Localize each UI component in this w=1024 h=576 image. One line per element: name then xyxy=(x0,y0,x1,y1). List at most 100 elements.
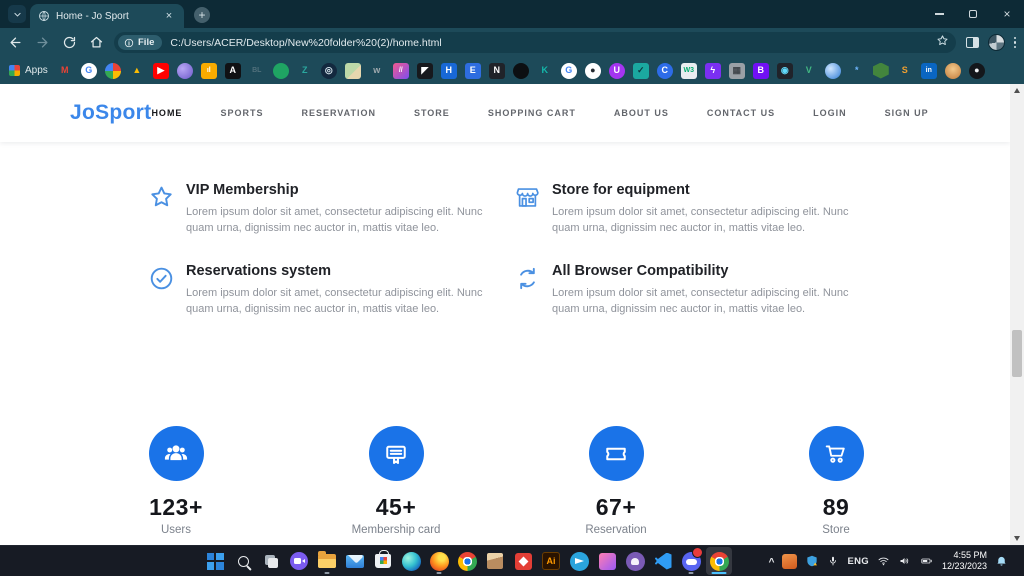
minimize-button[interactable] xyxy=(922,0,956,28)
bookmark-w-gray-icon[interactable]: w xyxy=(369,63,385,79)
tray-notification-bell-icon[interactable] xyxy=(995,555,1008,568)
home-button[interactable] xyxy=(84,31,108,55)
bookmark-paw-icon[interactable] xyxy=(512,62,529,79)
profile-avatar[interactable] xyxy=(987,34,1005,51)
bookmark-e-blue-icon[interactable]: E xyxy=(464,62,481,79)
tray-battery-icon[interactable] xyxy=(919,555,934,567)
bookmark-map-thumbnail-icon[interactable] xyxy=(344,62,361,79)
back-button[interactable] xyxy=(3,31,27,55)
page-scrollbar[interactable] xyxy=(1010,84,1024,545)
nav-contact-us[interactable]: CONTACT US xyxy=(707,108,775,118)
bookmark-github-light-icon[interactable]: ● xyxy=(584,62,601,79)
new-tab-button[interactable]: + xyxy=(194,7,210,23)
scrollbar-up-arrow[interactable] xyxy=(1010,84,1024,97)
tab-close-icon[interactable]: × xyxy=(162,9,176,23)
taskbar-3d-viewer-icon[interactable] xyxy=(482,547,508,575)
bookmark-purple-planet-icon[interactable] xyxy=(176,62,193,79)
bookmark-z-teal-icon[interactable]: Z xyxy=(297,63,313,79)
nav-about-us[interactable]: ABOUT US xyxy=(614,108,669,118)
tray-wifi-icon[interactable] xyxy=(877,555,890,567)
bookmark-pink-slashes-icon[interactable]: // xyxy=(392,62,409,79)
taskbar-edge-icon[interactable] xyxy=(398,547,424,575)
apps-shortcut[interactable]: Apps xyxy=(9,65,48,76)
taskbar-search-icon[interactable] xyxy=(230,547,256,575)
file-scheme-chip[interactable]: File xyxy=(118,35,163,50)
nav-home[interactable]: HOME xyxy=(151,108,182,118)
taskbar-red-diamond-app-icon[interactable] xyxy=(510,547,536,575)
nav-sign-up[interactable]: SIGN UP xyxy=(885,108,929,118)
tab-list-chevron-button[interactable] xyxy=(8,5,26,23)
taskbar-chrome-active-icon[interactable] xyxy=(706,547,732,575)
bookmark-github-dark-icon[interactable]: ● xyxy=(968,62,985,79)
browser-tab[interactable]: Home - Jo Sport × xyxy=(30,4,184,28)
bookmark-vue-icon[interactable]: V xyxy=(801,63,817,79)
bookmark-dark-globe-icon[interactable]: ◎ xyxy=(320,62,337,79)
bookmark-orange-curl-icon[interactable]: S xyxy=(897,63,913,79)
bookmark-avatar-orange-icon[interactable] xyxy=(944,62,961,79)
taskbar-chrome-icon[interactable] xyxy=(454,547,480,575)
tray-chevron-up-icon[interactable]: ^ xyxy=(769,557,775,568)
site-logo[interactable]: JoSport xyxy=(70,101,151,125)
taskbar-github-desktop-icon[interactable] xyxy=(622,547,648,575)
scrollbar-down-arrow[interactable] xyxy=(1010,532,1024,545)
taskbar-mail-icon[interactable] xyxy=(342,547,368,575)
bookmark-h-blue-icon[interactable]: H xyxy=(440,62,457,79)
tray-volume-icon[interactable] xyxy=(898,555,911,567)
nav-reservation[interactable]: RESERVATION xyxy=(301,108,376,118)
bookmark-google-2-icon[interactable]: G xyxy=(560,62,577,79)
nav-sports[interactable]: SPORTS xyxy=(220,108,263,118)
tray-orange-app-icon[interactable] xyxy=(782,553,798,569)
taskbar-vscode-icon[interactable] xyxy=(650,547,676,575)
address-bar[interactable]: File C:/Users/ACER/Desktop/New%20folder%… xyxy=(114,32,956,53)
nav-store[interactable]: STORE xyxy=(414,108,450,118)
bookmark-linkedin-icon[interactable]: in xyxy=(920,62,937,79)
bookmark-n-black-icon[interactable]: N xyxy=(488,62,505,79)
bookmark-sparkle-icon[interactable]: * xyxy=(849,63,865,79)
bookmark-google-photos-icon[interactable] xyxy=(104,62,121,79)
bookmark-analytics-icon[interactable]: ıl xyxy=(200,62,217,79)
taskbar-task-view-icon[interactable] xyxy=(258,547,284,575)
bookmark-k-teal-icon[interactable]: K xyxy=(537,63,553,79)
side-panel-icon[interactable] xyxy=(965,37,979,48)
taskbar-firefox-icon[interactable] xyxy=(426,547,452,575)
bookmark-green-swirl-icon[interactable] xyxy=(272,62,289,79)
taskbar-microsoft-store-icon[interactable] xyxy=(370,547,396,575)
taskbar-file-explorer-icon[interactable] xyxy=(314,547,340,575)
bookmark-qr-gray-icon[interactable]: ▦ xyxy=(728,62,745,79)
maximize-button[interactable] xyxy=(956,0,990,28)
bookmark-shield-check-icon[interactable]: ✓ xyxy=(632,62,649,79)
taskbar-discord-icon[interactable] xyxy=(678,547,704,575)
bookmark-udemy-icon[interactable]: U xyxy=(608,62,625,79)
nav-login[interactable]: LOGIN xyxy=(813,108,847,118)
tray-clock[interactable]: 4:55 PM 12/23/2023 xyxy=(942,550,987,573)
bookmark-black-tile-icon[interactable]: ◤ xyxy=(416,62,433,79)
bookmark-google-icon[interactable]: G xyxy=(80,62,97,79)
bookmark-bolt-purple-icon[interactable]: ϟ xyxy=(704,62,721,79)
taskbar-telegram-icon[interactable] xyxy=(566,547,592,575)
taskbar-chat-icon[interactable] xyxy=(286,547,312,575)
forward-button[interactable] xyxy=(30,31,54,55)
bookmark-star-button[interactable] xyxy=(936,34,949,52)
bookmark-c-blue-icon[interactable]: C xyxy=(656,62,673,79)
bookmark-youtube-icon[interactable]: ▶ xyxy=(152,62,169,79)
bookmark-react-icon[interactable]: ◉ xyxy=(776,62,793,79)
bookmark-nodejs-icon[interactable] xyxy=(872,62,889,79)
browser-menu-icon[interactable] xyxy=(1013,36,1016,49)
bookmark-blue-swirl-icon[interactable] xyxy=(824,62,841,79)
bookmark-w3schools-icon[interactable]: W3 xyxy=(680,62,697,79)
bookmark-a-black-icon[interactable]: A xyxy=(224,62,241,79)
reload-button[interactable] xyxy=(57,31,81,55)
bookmark-bootstrap-icon[interactable]: B xyxy=(752,62,769,79)
bookmark-dim-gray-icon[interactable]: BL xyxy=(249,63,265,79)
close-button[interactable]: × xyxy=(990,0,1024,28)
tray-microphone-icon[interactable] xyxy=(827,555,839,567)
bookmark-google-drive-icon[interactable]: ▲ xyxy=(129,63,145,79)
tray-language-indicator[interactable]: ENG xyxy=(847,556,869,567)
taskbar-start-icon[interactable] xyxy=(202,547,228,575)
taskbar-illustrator-icon[interactable]: Ai xyxy=(538,547,564,575)
bookmark-gmail-icon[interactable]: M xyxy=(57,63,73,79)
tray-security-shield-icon[interactable] xyxy=(805,554,819,568)
scrollbar-thumb[interactable] xyxy=(1012,330,1022,377)
nav-shopping-cart[interactable]: SHOPPING CART xyxy=(488,108,576,118)
taskbar-pink-gradient-app-icon[interactable] xyxy=(594,547,620,575)
